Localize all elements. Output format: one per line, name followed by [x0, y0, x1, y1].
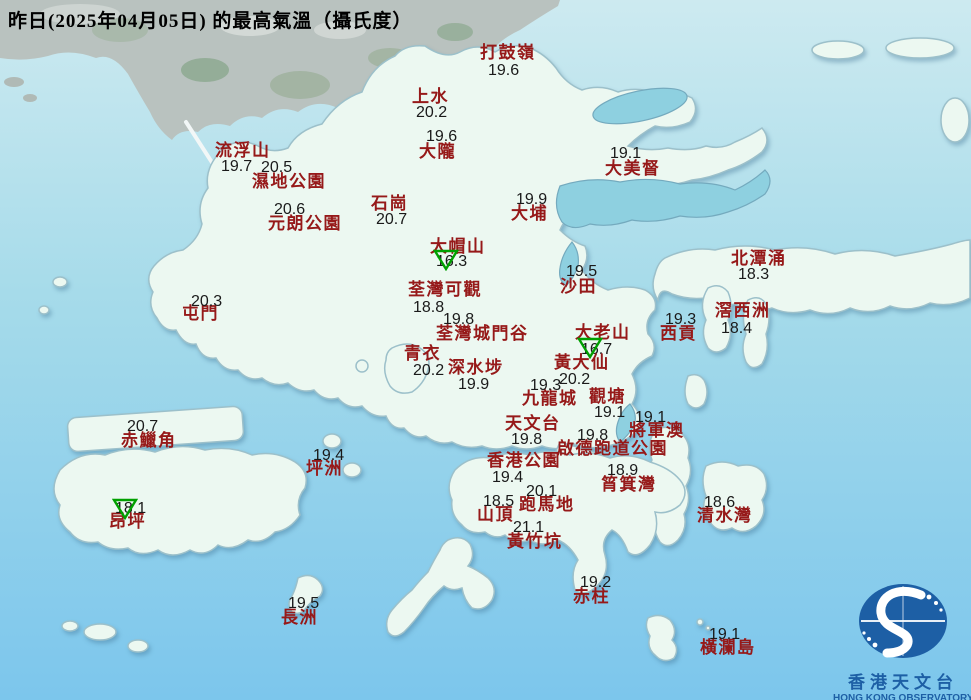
station-value: 20.2 — [416, 104, 448, 121]
map-title: 昨日(2025年04月05日) 的最高氣溫（攝氏度） — [8, 11, 413, 32]
station-label: 沙田 — [560, 277, 597, 296]
green-triangle-marker — [111, 498, 139, 521]
station-value: 18.5 — [483, 493, 515, 510]
station-value: 19.9 — [516, 191, 548, 208]
station-value: 19.5 — [288, 595, 320, 612]
hk-max-temperature-map: 昨日(2025年04月05日) 的最高氣溫（攝氏度） 打鼓嶺 19.6 上水 20.2… — [0, 0, 971, 700]
green-triangle-marker — [432, 249, 460, 272]
station-value: 19.4 — [492, 469, 524, 486]
hko-logo-icon — [859, 584, 947, 658]
station-value: 20.5 — [261, 159, 293, 176]
station-value: 19.2 — [580, 574, 612, 591]
station-value: 18.4 — [721, 320, 753, 337]
station-value: 19.6 — [488, 62, 520, 79]
station-value: 19.3 — [530, 377, 562, 394]
station-value: 19.8 — [443, 311, 475, 328]
station-label: 大美督 — [605, 159, 661, 178]
station-label: 青衣 — [404, 344, 441, 363]
peng-chau-island — [322, 433, 342, 449]
station-value: 19.4 — [313, 447, 345, 464]
station-label: 滘西洲 — [715, 301, 771, 320]
station-value: 20.2 — [413, 362, 445, 379]
station-value: 19.5 — [566, 263, 598, 280]
station-value: 19.6 — [426, 128, 458, 145]
station-value: 19.1 — [594, 404, 626, 421]
station-label: 荃灣可觀 — [408, 280, 482, 299]
hko-logo: 香港天文台 HONG KONG OBSERVATORY — [833, 583, 971, 700]
station-value: 18.6 — [704, 494, 736, 511]
station-label: 香港公園 — [487, 451, 561, 470]
station-value: 20.6 — [274, 201, 306, 218]
station-label: 啟德跑道公園 — [557, 439, 668, 458]
station-value: 20.7 — [127, 418, 159, 435]
station-value: 19.1 — [610, 145, 642, 162]
station-value: 20.1 — [526, 483, 558, 500]
station-value: 20.2 — [559, 371, 591, 388]
station-value: 20.3 — [191, 293, 223, 310]
station-value: 19.1 — [635, 409, 667, 426]
station-value: 18.8 — [413, 299, 445, 316]
station-label: 黃大仙 — [554, 353, 610, 372]
station-label: 深水埗 — [448, 358, 504, 377]
station-value: 18.9 — [607, 462, 639, 479]
station-value: 19.9 — [458, 376, 490, 393]
station-value: 21.1 — [513, 519, 545, 536]
station-value: 19.7 — [221, 158, 253, 175]
station-value: 19.1 — [709, 626, 741, 643]
station-value: 18.3 — [738, 266, 770, 283]
station-value: 19.3 — [665, 311, 697, 328]
station-label: 打鼓嶺 — [480, 43, 536, 62]
hko-logo-name-zh: 香港天文台 — [848, 673, 958, 692]
map-canvas — [0, 0, 971, 700]
hko-logo-name-en: HONG KONG OBSERVATORY — [833, 693, 971, 700]
station-label: 大隴 — [419, 142, 456, 161]
station-value: 19.8 — [577, 427, 609, 444]
station-value: 20.7 — [376, 211, 408, 228]
station-value: 19.8 — [511, 431, 543, 448]
